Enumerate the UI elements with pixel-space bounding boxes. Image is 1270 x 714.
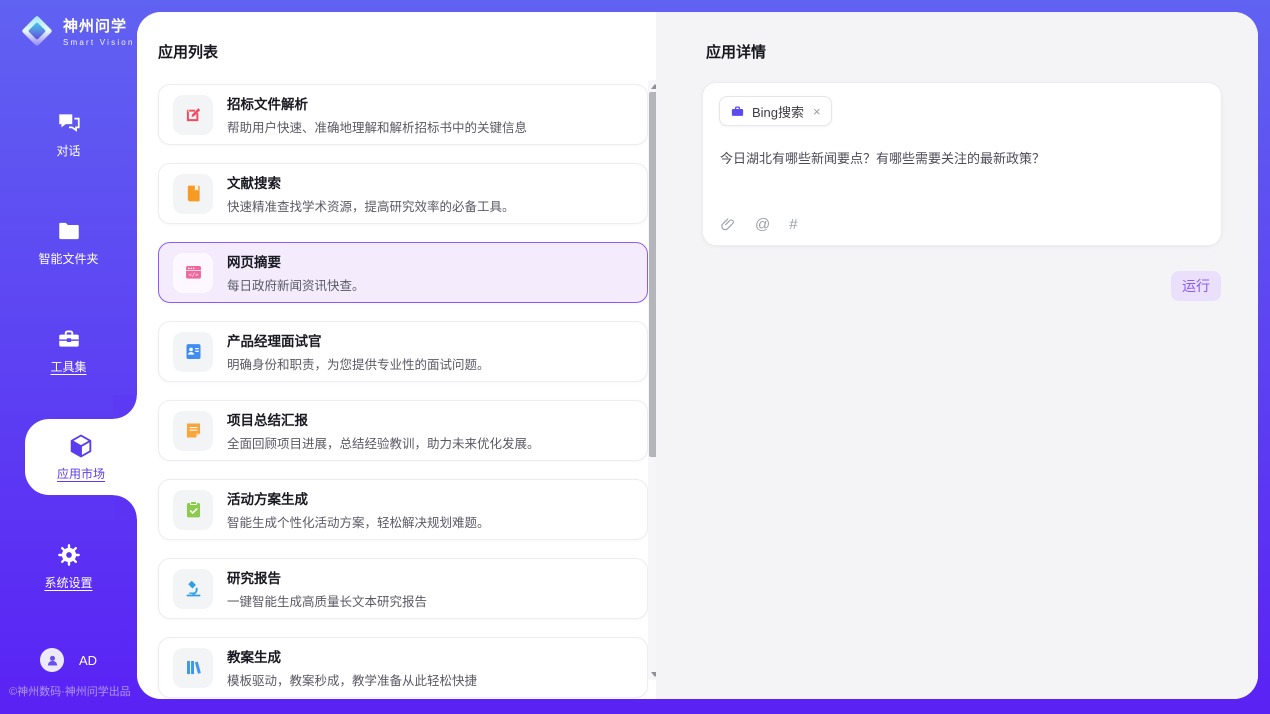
app-desc: 智能生成个性化活动方案，轻松解决规划难题。 [227,512,490,531]
app-detail-title: 应用详情 [706,41,766,62]
tool-chip-bing-search[interactable]: Bing搜索 × [719,96,832,126]
brand-tagline: Smart Vision [63,38,135,47]
svg-text:</>: </> [188,273,199,279]
document-edit-icon [173,95,213,135]
app-title: 网页摘要 [227,251,365,271]
app-list-item-literature-search[interactable]: 文献搜索 快速精准查找学术资源，提高研究效率的必备工具。 [158,163,648,224]
brand-logo: 神州问学 Smart Vision [18,12,135,50]
app-desc: 全面回顾项目进展，总结经验教训，助力未来优化发展。 [227,433,540,452]
browser-code-icon: </> [173,253,213,293]
app-desc: 明确身份和职责，为您提供专业性的面试问题。 [227,354,490,373]
app-window: 神州问学 Smart Vision 对话 智能文件夹 工具 [0,0,1270,714]
app-desc: 帮助用户快速、准确地理解和解析招标书中的关键信息 [227,117,527,136]
interview-doc-icon [173,332,213,372]
avatar [40,648,64,672]
clipboard-check-icon [173,490,213,530]
brand-name: 神州问学 [63,15,135,36]
person-icon [45,653,60,668]
app-title: 教案生成 [227,646,477,666]
app-list-item-web-summary[interactable]: </> 网页摘要 每日政府新闻资讯快查。 [158,242,648,303]
folder-icon [56,218,82,244]
book-icon [173,174,213,214]
books-icon [173,648,213,688]
app-list-item-lesson-plan[interactable]: 教案生成 模板驱动，教案秒成，教学准备从此轻松快捷 [158,637,648,698]
app-title: 文献搜索 [227,172,515,192]
prompt-card: Bing搜索 × 今日湖北有哪些新闻要点？有哪些需要关注的最新政策？ @ # [702,82,1222,246]
sidebar-item-label: 对话 [56,142,80,159]
mention-icon[interactable]: @ [755,216,770,233]
run-button[interactable]: 运行 [1171,271,1221,301]
briefcase-icon [730,104,745,119]
toolbox-icon [56,326,82,352]
app-list-item-bid-parse[interactable]: 招标文件解析 帮助用户快速、准确地理解和解析招标书中的关键信息 [158,84,648,145]
sidebar-item-label: 系统设置 [44,574,92,591]
app-list: 招标文件解析 帮助用户快速、准确地理解和解析招标书中的关键信息 文献搜索 快速精… [158,84,648,698]
sidebar-item-label: 工具集 [50,358,86,375]
sidebar-item-chat[interactable]: 对话 [0,110,137,159]
app-list-item-event-plan[interactable]: 活动方案生成 智能生成个性化活动方案，轻松解决规划难题。 [158,479,648,540]
memo-icon [173,411,213,451]
app-title: 项目总结汇报 [227,409,540,429]
microscope-icon [173,569,213,609]
app-list-item-project-summary[interactable]: 项目总结汇报 全面回顾项目进展，总结经验教训，助力未来优化发展。 [158,400,648,461]
tool-chip-label: Bing搜索 [752,102,804,121]
chip-close-icon[interactable]: × [813,105,821,118]
topic-icon[interactable]: # [789,216,797,233]
app-list-item-research-report[interactable]: 研究报告 一键智能生成高质量长文本研究报告 [158,558,648,619]
app-desc: 模板驱动，教案秒成，教学准备从此轻松快捷 [227,670,477,689]
app-title: 研究报告 [227,567,427,587]
app-list-title: 应用列表 [158,41,218,62]
sidebar-item-toolset[interactable]: 工具集 [0,326,137,375]
sidebar: 神州问学 Smart Vision 对话 智能文件夹 工具 [0,0,137,714]
cube-icon [67,432,95,460]
main-container: 应用列表 招标文件解析 帮助用户快速、准确地理解和解析招标书中的关键信息 [137,12,1258,699]
app-desc: 每日政府新闻资讯快查。 [227,275,365,294]
sidebar-item-label: 应用市场 [57,465,105,482]
app-list-panel: 应用列表 招标文件解析 帮助用户快速、准确地理解和解析招标书中的关键信息 [137,12,656,699]
app-title: 招标文件解析 [227,93,527,113]
chat-icon [56,110,82,136]
user-initials: AD [79,653,97,668]
app-desc: 快速精准查找学术资源，提高研究效率的必备工具。 [227,196,515,215]
paperclip-icon[interactable] [720,217,736,233]
diamond-logo-icon [18,12,56,50]
input-tools-row: @ # [720,216,798,233]
prompt-input[interactable]: 今日湖北有哪些新闻要点？有哪些需要关注的最新政策？ [720,149,1200,169]
sidebar-item-smart-folder[interactable]: 智能文件夹 [0,218,137,267]
app-title: 产品经理面试官 [227,330,490,350]
gear-icon [56,542,82,568]
sidebar-item-settings[interactable]: 系统设置 [0,542,137,591]
user-account[interactable]: AD [40,648,97,672]
app-title: 活动方案生成 [227,488,490,508]
sidebar-item-app-market[interactable]: 应用市场 [25,419,137,495]
app-list-item-pm-interviewer[interactable]: 产品经理面试官 明确身份和职责，为您提供专业性的面试问题。 [158,321,648,382]
sidebar-item-label: 智能文件夹 [38,250,98,267]
copyright-footer: ©神州数码·神州问学出品 [9,683,131,699]
app-desc: 一键智能生成高质量长文本研究报告 [227,591,427,610]
app-detail-panel: 应用详情 Bing搜索 × 今日湖北有哪些新闻要点？有哪些需要关注的最新政策？ … [656,12,1258,699]
